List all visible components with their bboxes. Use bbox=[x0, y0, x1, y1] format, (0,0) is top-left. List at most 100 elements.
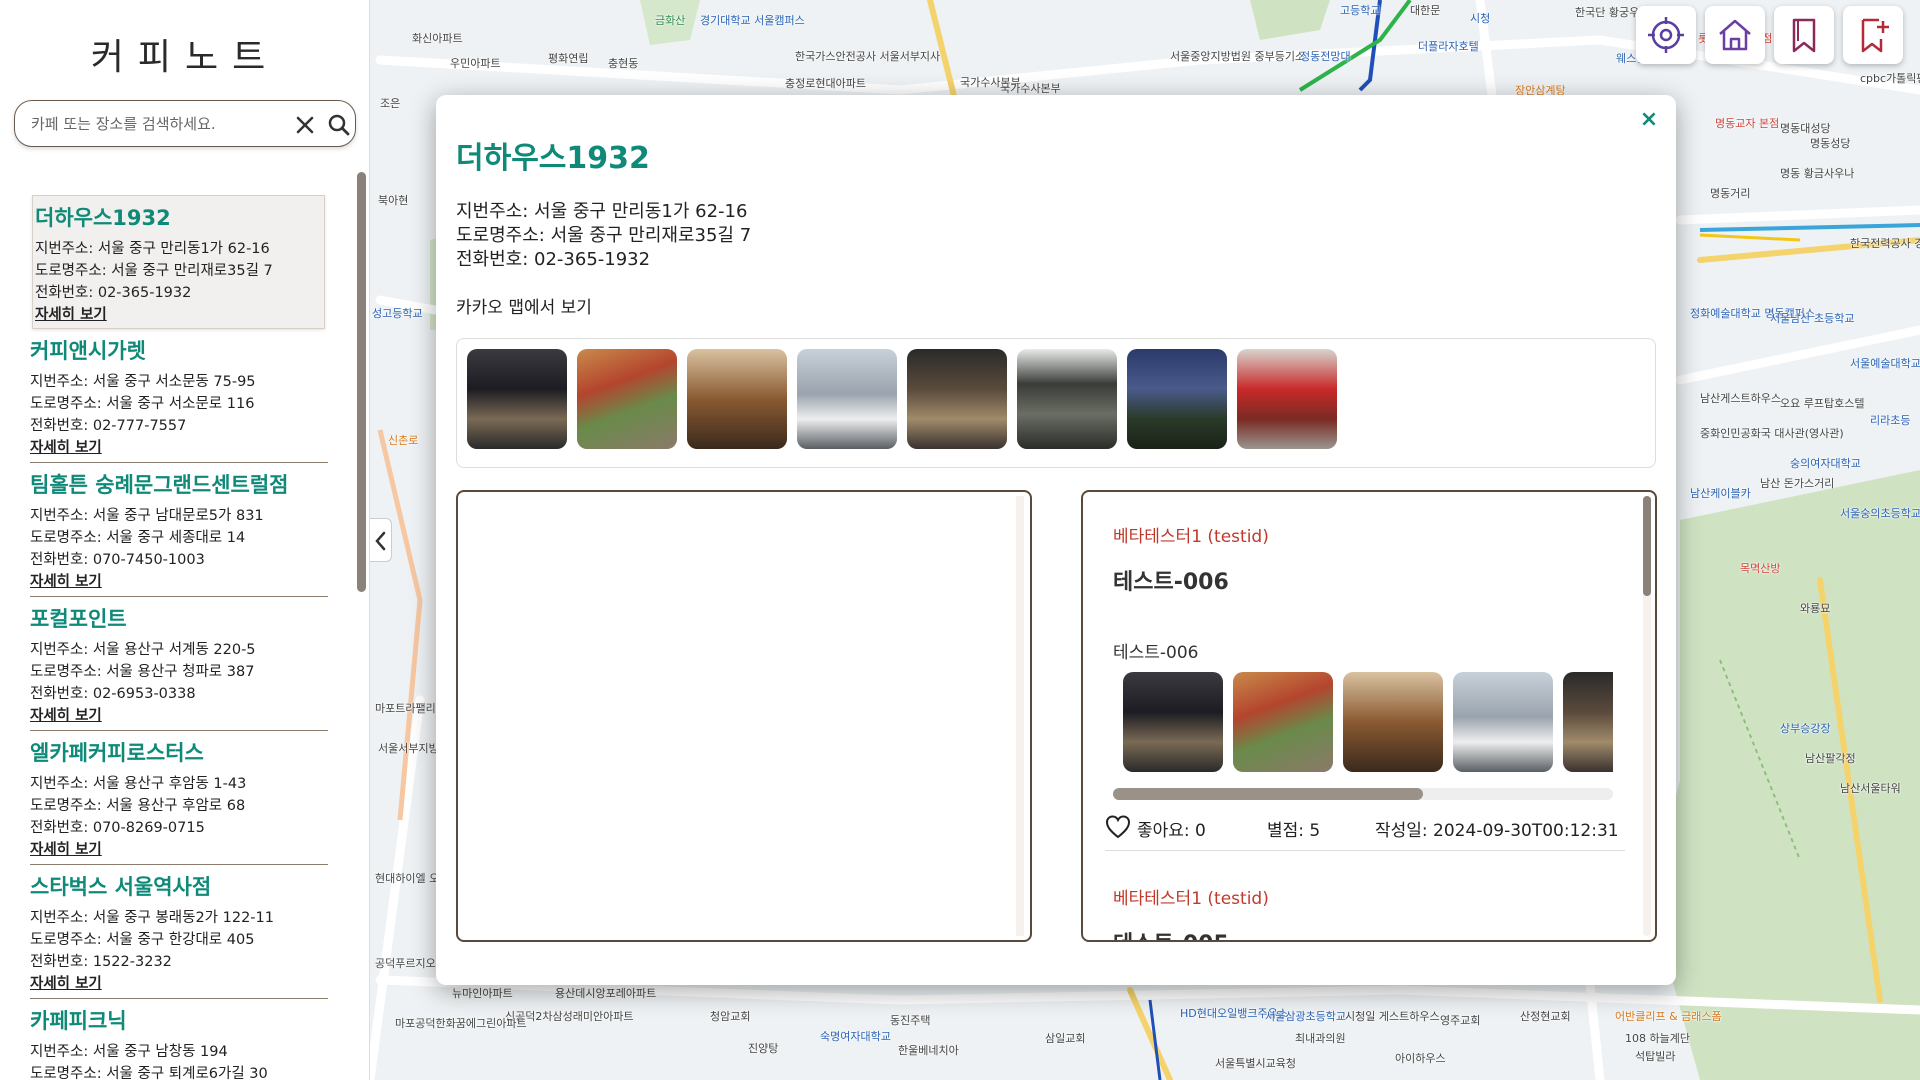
map-place-label[interactable]: 한국단 황궁우 bbox=[1575, 4, 1639, 20]
map-place-label[interactable]: 고등학교 bbox=[1340, 2, 1380, 18]
cafe-list-item[interactable]: 커피앤시가렛 지번주소: 서울 중구 서소문동 75-95 도로명주소: 서울 … bbox=[30, 329, 328, 463]
cafe-detail-link[interactable]: 자세히 보기 bbox=[30, 705, 328, 727]
map-place-label[interactable]: cpbc가톨릭평화방송 bbox=[1860, 70, 1920, 86]
review-scrollbar-thumb[interactable] bbox=[1643, 496, 1651, 596]
close-modal-button[interactable]: × bbox=[1636, 107, 1662, 133]
cafe-photo-thumbnail[interactable] bbox=[797, 349, 897, 449]
map-place-label[interactable]: 숭의여자대학교 bbox=[1790, 455, 1861, 471]
cafe-detail-link[interactable]: 자세히 보기 bbox=[30, 437, 328, 459]
map-place-label[interactable]: 서울중앙지방법원 중부등기소 bbox=[1170, 48, 1305, 64]
map-place-label[interactable]: 더플라자호텔 bbox=[1418, 38, 1479, 54]
map-place-label[interactable]: 청암교회 bbox=[710, 1008, 750, 1024]
panel-scrollbar[interactable] bbox=[1016, 496, 1024, 936]
map-place-label[interactable]: 충현동 bbox=[608, 55, 638, 71]
cafe-photo-thumbnail[interactable] bbox=[1237, 349, 1337, 449]
cafe-photo-thumbnail[interactable] bbox=[577, 349, 677, 449]
map-place-label[interactable]: 남산서울타워 bbox=[1840, 780, 1901, 796]
map-place-label[interactable]: 충정로현대아파트 bbox=[785, 75, 866, 91]
map-place-label[interactable]: 영주교회 bbox=[1440, 1012, 1480, 1028]
map-place-label[interactable]: 남산팔각정 bbox=[1805, 750, 1856, 766]
cafe-list-item[interactable]: 포컬포인트 지번주소: 서울 용산구 서계동 220-5 도로명주소: 서울 용… bbox=[30, 597, 328, 731]
map-place-label[interactable]: 리라초등 bbox=[1870, 412, 1910, 428]
map-place-label[interactable]: 남산 돈가스거리 bbox=[1760, 475, 1834, 491]
bookmark-list-button[interactable] bbox=[1774, 6, 1834, 64]
cafe-photo-thumbnail[interactable] bbox=[467, 349, 567, 449]
cafe-detail-link[interactable]: 자세히 보기 bbox=[35, 304, 324, 326]
map-place-label[interactable]: 명동대성당 bbox=[1780, 120, 1831, 136]
heart-icon[interactable] bbox=[1105, 814, 1131, 845]
review-photo-thumbnail[interactable] bbox=[1123, 672, 1223, 772]
map-place-label[interactable]: 용산데시앙포레아파트 bbox=[555, 985, 656, 1001]
cafe-photo-thumbnail[interactable] bbox=[907, 349, 1007, 449]
search-icon[interactable] bbox=[327, 113, 351, 137]
map-place-label[interactable]: 금화산 bbox=[655, 12, 685, 28]
map-place-label[interactable]: 아이하우스 bbox=[1395, 1050, 1446, 1066]
search-input[interactable] bbox=[31, 111, 281, 137]
map-place-label[interactable]: 시청 bbox=[1470, 10, 1490, 26]
review-photo-thumbnail[interactable] bbox=[1453, 672, 1553, 772]
map-place-label[interactable]: 서울남산 초등학교 bbox=[1770, 310, 1854, 326]
map-place-label[interactable]: 진양탕 bbox=[748, 1040, 778, 1056]
map-place-label[interactable]: 화신아파트 bbox=[412, 30, 463, 46]
map-place-label[interactable]: 한울베네치아 bbox=[898, 1042, 959, 1058]
map-place-label[interactable]: 조은 bbox=[380, 95, 400, 111]
cafe-detail-link[interactable]: 자세히 보기 bbox=[30, 571, 328, 593]
map-place-label[interactable]: 남산게스트하우스 bbox=[1700, 390, 1781, 406]
cafe-photo-thumbnail[interactable] bbox=[687, 349, 787, 449]
map-place-label[interactable]: 한국전력공사 경인건설본부 bbox=[1850, 235, 1920, 251]
current-location-button[interactable] bbox=[1636, 6, 1696, 64]
cafe-list-item[interactable]: 팀홀튼 숭례문그랜드센트럴점 지번주소: 서울 중구 남대문로5가 831 도로… bbox=[30, 463, 328, 597]
add-bookmark-button[interactable] bbox=[1843, 6, 1903, 64]
map-place-label[interactable]: 정동전망대 bbox=[1300, 48, 1351, 64]
map-place-label[interactable]: 한국가스안전공사 서울서부지사 bbox=[795, 48, 940, 64]
map-place-label[interactable]: 경기대학교 서울캠퍼스 bbox=[700, 12, 805, 28]
map-place-label[interactable]: 명동 황금사우나 bbox=[1780, 165, 1854, 181]
map-place-label[interactable]: 목멱산방 bbox=[1740, 560, 1780, 576]
collapse-sidebar-button[interactable] bbox=[370, 518, 392, 562]
map-place-label[interactable]: 108 하늘계단 bbox=[1625, 1030, 1690, 1046]
cafe-list-item[interactable]: 더하우스1932 지번주소: 서울 중구 만리동1가 62-16 도로명주소: … bbox=[32, 195, 325, 329]
map-place-label[interactable]: 산정현교회 bbox=[1520, 1008, 1571, 1024]
map-place-label[interactable]: 상부승강장 bbox=[1780, 720, 1831, 736]
review-photo-thumbnail[interactable] bbox=[1233, 672, 1333, 772]
map-place-label[interactable]: 서울특별시교육청 bbox=[1215, 1055, 1296, 1071]
map-place-label[interactable]: 대한문 bbox=[1410, 2, 1440, 18]
map-place-label[interactable]: 서울삼광초등학교 bbox=[1265, 1008, 1346, 1024]
review-photos-scroll-thumb[interactable] bbox=[1113, 788, 1423, 800]
map-place-label[interactable]: 북아현 bbox=[378, 192, 408, 208]
cafe-list-item[interactable]: 카페피크닉 지번주소: 서울 중구 남창동 194 도로명주소: 서울 중구 퇴… bbox=[30, 999, 328, 1080]
review-photo-thumbnail[interactable] bbox=[1563, 672, 1613, 772]
map-place-label[interactable]: 신촌로 bbox=[388, 432, 418, 448]
cafe-photo-thumbnail[interactable] bbox=[1017, 349, 1117, 449]
map-place-label[interactable]: 뉴마인아파트 bbox=[452, 985, 513, 1001]
map-place-label[interactable]: 최내과의원 bbox=[1295, 1030, 1346, 1046]
map-place-label[interactable]: 어반클리프 & 금래스폼 bbox=[1615, 1008, 1722, 1024]
map-place-label[interactable]: 마포공덕한화꿈에그린아파트 bbox=[395, 1015, 527, 1031]
sidebar-scrollbar[interactable] bbox=[357, 172, 366, 592]
cafe-detail-link[interactable]: 자세히 보기 bbox=[30, 839, 328, 861]
review-photo-thumbnail[interactable] bbox=[1343, 672, 1443, 772]
home-button[interactable] bbox=[1705, 6, 1765, 64]
map-place-label[interactable]: 평화연립 bbox=[548, 50, 588, 66]
map-place-label[interactable]: 성고등학교 bbox=[372, 305, 423, 321]
map-place-label[interactable]: 서울숭의초등학교 bbox=[1840, 505, 1920, 521]
map-place-label[interactable]: 명동성당 bbox=[1810, 135, 1850, 151]
map-place-label[interactable]: 중화인민공화국 대사관(영사관) bbox=[1700, 425, 1844, 441]
cafe-photo-thumbnail[interactable] bbox=[1127, 349, 1227, 449]
map-place-label[interactable]: 삼일교회 bbox=[1045, 1030, 1085, 1046]
cafe-list-item[interactable]: 스타벅스 서울역사점 지번주소: 서울 중구 봉래동2가 122-11 도로명주… bbox=[30, 865, 328, 999]
cafe-list-item[interactable]: 엘카페커피로스터스 지번주소: 서울 용산구 후암동 1-43 도로명주소: 서… bbox=[30, 731, 328, 865]
map-place-label[interactable]: 우민아파트 bbox=[450, 55, 501, 71]
kakao-map-link[interactable]: 카카오 맵에서 보기 bbox=[456, 293, 592, 318]
map-place-label[interactable]: 시청일 게스트하우스 bbox=[1345, 1008, 1440, 1024]
map-place-label[interactable]: 숙명여자대학교 bbox=[820, 1028, 891, 1044]
map-place-label[interactable]: 명동교자 본점 bbox=[1715, 115, 1779, 131]
map-place-label[interactable]: 서울예술대학교 남산캠퍼스 bbox=[1850, 355, 1920, 371]
cafe-detail-link[interactable]: 자세히 보기 bbox=[30, 973, 328, 995]
map-place-label[interactable]: 와룡묘 bbox=[1800, 600, 1830, 616]
map-place-label[interactable]: 남산케이블카 bbox=[1690, 485, 1751, 501]
map-place-label[interactable]: 동진주택 bbox=[890, 1012, 930, 1028]
map-place-label[interactable]: 명동거리 bbox=[1710, 185, 1750, 201]
map-place-label[interactable]: 오요 루프탑호스텔 bbox=[1780, 395, 1864, 411]
map-place-label[interactable]: 국가수사본부 bbox=[1000, 80, 1061, 96]
